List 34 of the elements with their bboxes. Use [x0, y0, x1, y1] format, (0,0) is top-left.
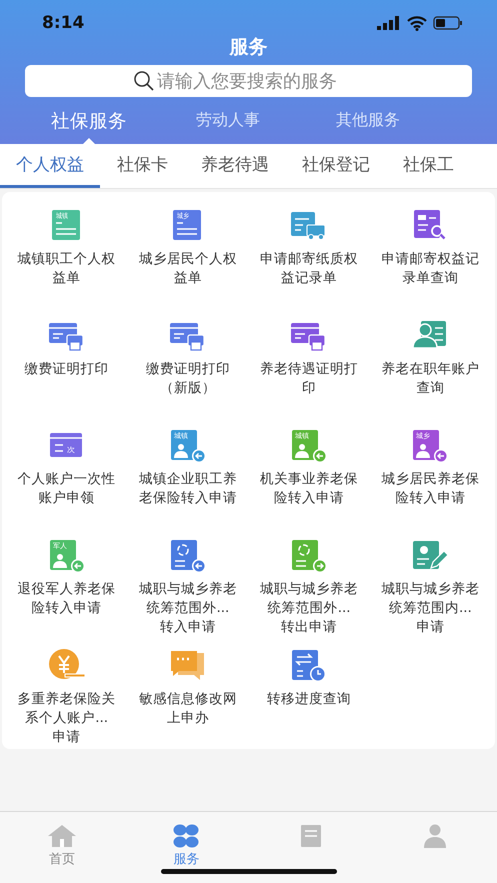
search-field[interactable]: 请输入您要搜索的服务 [25, 65, 472, 97]
service-label[interactable]: 申请邮寄权益记 录单查询 [381, 250, 480, 288]
service-label[interactable]: 城乡居民养老保 险转入申请 [381, 470, 480, 508]
service-label[interactable]: 多重养老保险关 系个人账户... 申请 [18, 690, 116, 747]
service-label[interactable]: 城镇职工个人权 益单 [18, 250, 116, 288]
service-label[interactable]: 机关事业养老保 险转入申请 [260, 470, 358, 508]
status-time: 8:14 [42, 13, 84, 33]
service-label[interactable]: 城乡居民个人权 益单 [138, 250, 237, 288]
signal-icon [377, 16, 401, 30]
four-leaf-icon [171, 824, 202, 848]
sub-tab[interactable]: 社保工 [403, 144, 454, 188]
service-label[interactable]: 城镇企业职工养 老保险转入申请 [138, 470, 237, 508]
service-label[interactable]: 缴费证明打印 （新版） [146, 360, 230, 398]
wifi-icon [407, 16, 427, 30]
search-icon [133, 70, 155, 92]
service-label[interactable]: 养老待遇证明打 印 [260, 360, 358, 398]
service-label[interactable]: 申请邮寄纸质权 益记录单 [260, 250, 358, 288]
home-icon [47, 824, 78, 848]
sub-tab[interactable]: 养老待遇 [201, 144, 269, 188]
page-title: 服务 [228, 36, 268, 58]
service-label[interactable]: 城职与城乡养老 统筹范围外... 转出申请 [260, 580, 358, 637]
service-label[interactable]: 城职与城乡养老 统筹范围内... 申请 [381, 580, 480, 637]
service-label[interactable]: 个人账户一次性 账户申领 [18, 470, 116, 508]
service-label[interactable]: 城职与城乡养老 统筹范围外... 转入申请 [138, 580, 237, 637]
service-label[interactable]: 敏感信息修改网 上申办 [138, 690, 237, 728]
sub-tab[interactable]: 社保登记 [302, 144, 370, 188]
sub-tab[interactable]: 个人权益 [0, 144, 100, 188]
battery-icon [433, 16, 463, 30]
service-label[interactable]: 转移进度查询 [267, 690, 352, 709]
category-tab[interactable]: 社保服务 [20, 97, 158, 144]
service-label[interactable]: 养老在职年账户 查询 [381, 360, 480, 398]
service-label[interactable]: 退役军人养老保 险转入申请 [18, 580, 116, 618]
service-label[interactable]: 缴费证明打印 [24, 360, 109, 379]
sub-tab[interactable]: 社保卡 [117, 144, 168, 188]
